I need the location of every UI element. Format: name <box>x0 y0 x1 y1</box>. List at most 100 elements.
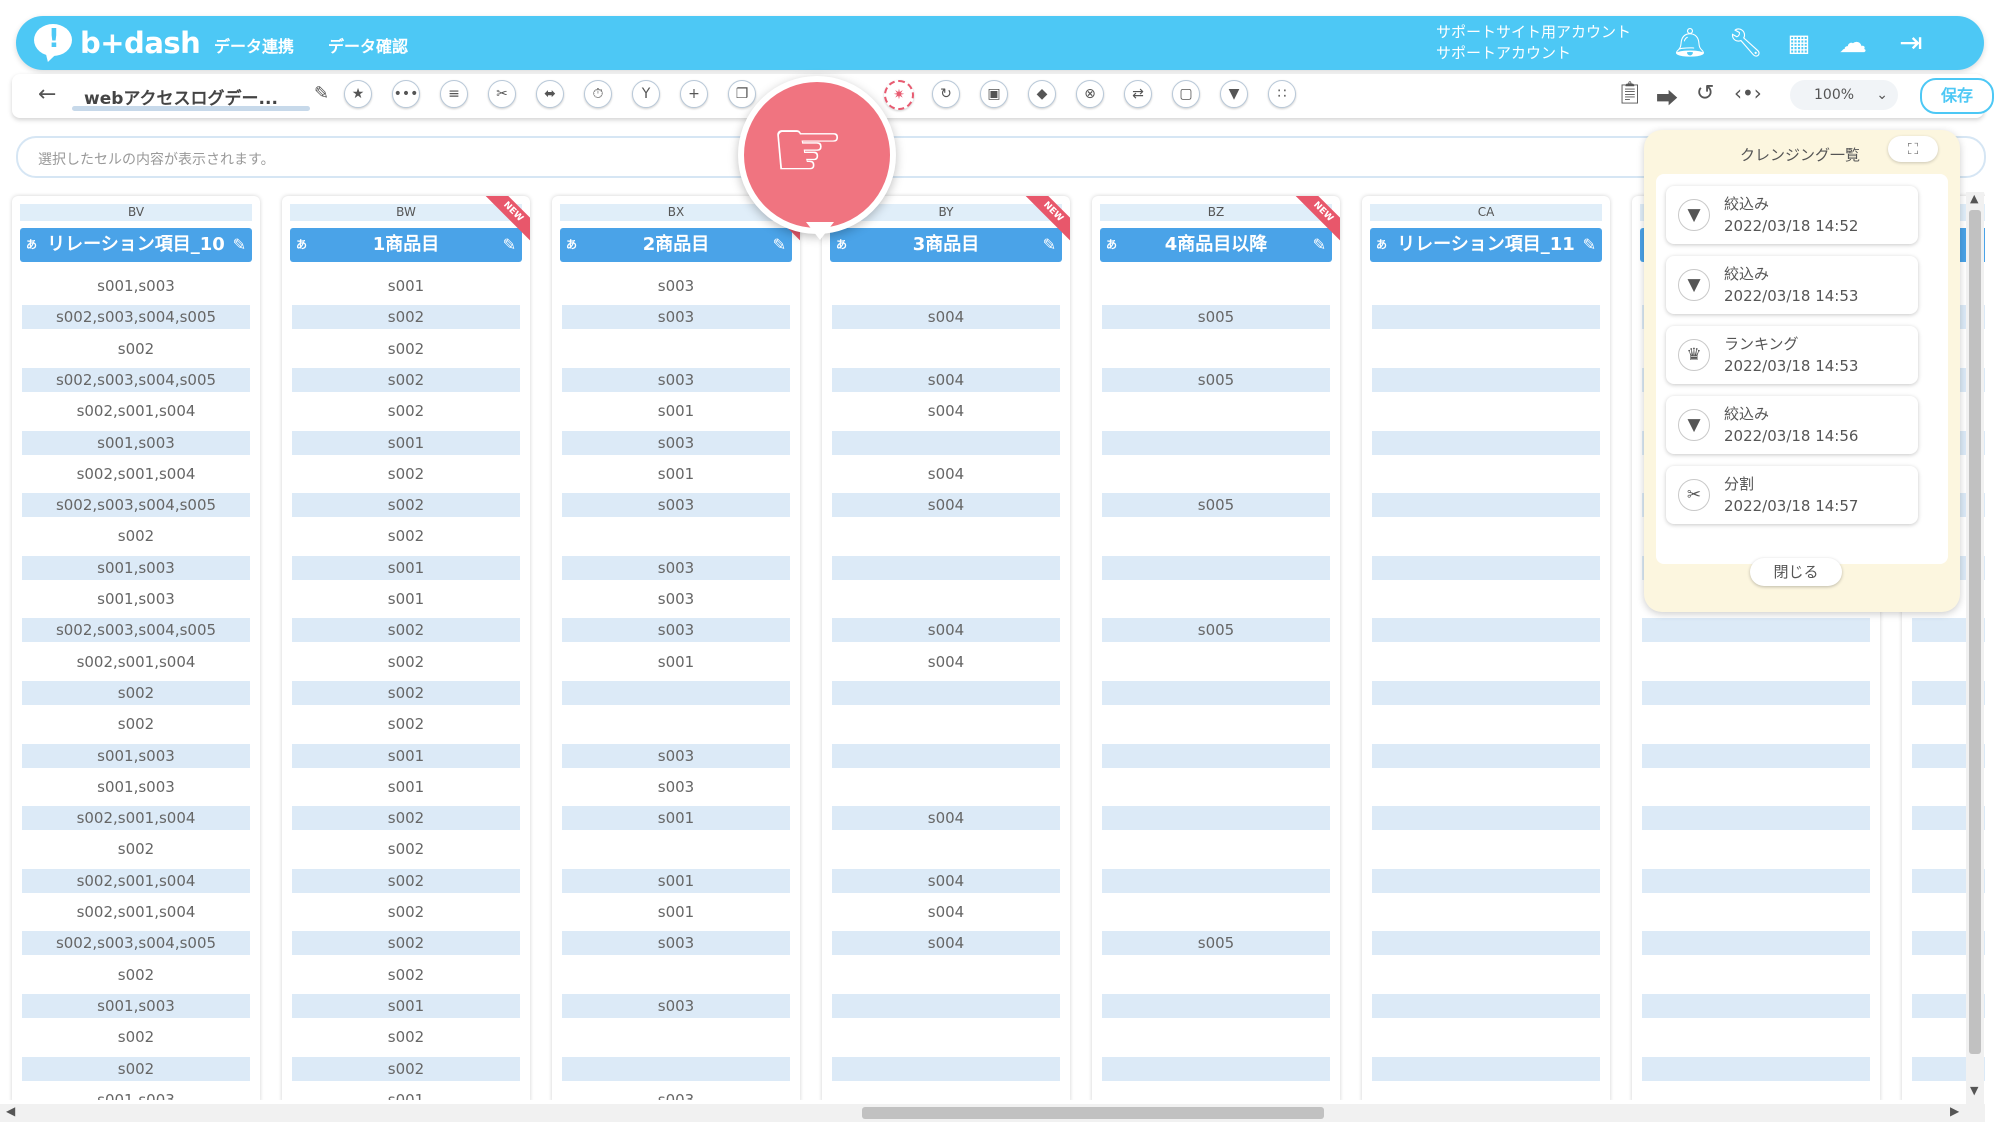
grid-cell[interactable]: s005 <box>1102 493 1330 518</box>
grid-cell[interactable] <box>1642 1025 1870 1049</box>
grid-cell[interactable]: s002 <box>292 868 520 893</box>
grid-cell[interactable] <box>1372 274 1600 298</box>
grid-cell[interactable]: s001 <box>292 775 520 799</box>
grid-cell[interactable] <box>832 993 1060 1018</box>
grid-cell[interactable] <box>1372 775 1600 799</box>
grid-cell[interactable] <box>1372 1025 1600 1049</box>
grid-cell[interactable] <box>1102 837 1330 861</box>
grid-cell[interactable] <box>1372 900 1600 924</box>
edit-column-icon[interactable]: ✎ <box>1313 228 1326 262</box>
grid-cell[interactable]: s001 <box>292 1088 520 1100</box>
grid-cell[interactable] <box>562 963 790 987</box>
grid-cell[interactable] <box>1102 1088 1330 1100</box>
branch-icon[interactable]: Y <box>632 80 660 108</box>
grid-cell[interactable] <box>1372 399 1600 423</box>
cleansing-item[interactable]: ▼ 絞込み 2022/03/18 14:53 <box>1666 256 1918 314</box>
grid-cell[interactable]: s002 <box>292 931 520 956</box>
grid-cell[interactable]: s002 <box>22 1025 250 1049</box>
grid-cell[interactable] <box>1102 900 1330 924</box>
grid-cell[interactable] <box>832 524 1060 548</box>
grid-cell[interactable]: s003 <box>562 274 790 298</box>
grid-cell[interactable]: s001 <box>562 868 790 893</box>
grid-cell[interactable] <box>1102 524 1330 548</box>
grid-cell[interactable]: s003 <box>562 993 790 1018</box>
grid-cell[interactable] <box>1102 1056 1330 1081</box>
grid-cell[interactable]: s002 <box>292 493 520 518</box>
grid-cell[interactable] <box>1642 1056 1870 1081</box>
grid-cell[interactable]: s002 <box>292 837 520 861</box>
column-letter[interactable]: BW <box>290 204 522 221</box>
grid-cell[interactable] <box>832 555 1060 580</box>
share-icon[interactable]: ⮕ <box>1656 81 1678 113</box>
grid-cell[interactable]: s002 <box>292 680 520 705</box>
grid-cell[interactable] <box>832 337 1060 361</box>
grid-cell[interactable] <box>1642 712 1870 736</box>
grid-cell[interactable] <box>1372 931 1600 956</box>
cleansing-item[interactable]: ♛ ランキング 2022/03/18 14:53 <box>1666 326 1918 384</box>
nav-data-check[interactable]: データ確認 <box>328 33 408 57</box>
grid-cell[interactable]: s001,s003 <box>22 555 250 580</box>
grid-cell[interactable] <box>1102 462 1330 486</box>
grid-cell[interactable]: s004 <box>832 868 1060 893</box>
grid-cell[interactable]: s002 <box>292 305 520 330</box>
grid-cell[interactable]: s001,s003 <box>22 993 250 1018</box>
grid-cell[interactable] <box>1642 1088 1870 1100</box>
box-icon[interactable]: ◆ <box>1028 80 1056 108</box>
grid-cell[interactable] <box>1642 900 1870 924</box>
merge-icon[interactable]: ⬌ <box>536 80 564 108</box>
grid-cell[interactable]: s002 <box>22 837 250 861</box>
grid-cell[interactable] <box>1102 868 1330 893</box>
grid-cell[interactable]: s003 <box>562 587 790 611</box>
grid-cell[interactable]: s004 <box>832 462 1060 486</box>
grid-cell[interactable] <box>1372 555 1600 580</box>
grid-cell[interactable] <box>1102 399 1330 423</box>
grid-cell[interactable] <box>832 274 1060 298</box>
grid-cell[interactable]: s001 <box>562 900 790 924</box>
grid-cell[interactable]: s001,s003 <box>22 775 250 799</box>
grid-cell[interactable] <box>1102 555 1330 580</box>
grid-cell[interactable]: s002,s001,s004 <box>22 650 250 674</box>
grid-cell[interactable]: s002 <box>292 618 520 643</box>
grid-cell[interactable] <box>1642 963 1870 987</box>
grid-cell[interactable]: s004 <box>832 806 1060 831</box>
repeat-icon[interactable]: ↻ <box>932 80 960 108</box>
grid-cell[interactable] <box>562 524 790 548</box>
grid-cell[interactable] <box>1372 1056 1600 1081</box>
replace-icon[interactable]: ⇄ <box>1124 80 1152 108</box>
grid-cell[interactable]: s001 <box>562 650 790 674</box>
grid-cell[interactable]: s002 <box>292 524 520 548</box>
column-header[interactable]: あ 2商品目 ✎ <box>560 228 792 262</box>
close-panel-button[interactable]: 閉じる <box>1750 558 1842 586</box>
grid-cell[interactable]: s003 <box>562 493 790 518</box>
grid-cell[interactable]: s004 <box>832 399 1060 423</box>
grid-cell[interactable]: s001 <box>292 743 520 768</box>
grid-cell[interactable] <box>1642 931 1870 956</box>
grid-cell[interactable]: s001 <box>562 462 790 486</box>
save-button[interactable]: 保存 <box>1920 78 1994 114</box>
grid-cell[interactable] <box>1372 712 1600 736</box>
grid-cell[interactable]: s001,s003 <box>22 587 250 611</box>
grid-cell[interactable]: s002,s001,s004 <box>22 806 250 831</box>
column-letter[interactable]: BV <box>20 204 252 221</box>
grid-cell[interactable]: s002 <box>22 1056 250 1081</box>
grid-cell[interactable] <box>1102 587 1330 611</box>
wrench-icon[interactable]: 🔧︎ <box>1728 26 1764 60</box>
grid-cell[interactable]: s003 <box>562 305 790 330</box>
grid-cell[interactable]: s005 <box>1102 305 1330 330</box>
grid-cell[interactable]: s001 <box>562 399 790 423</box>
grid-cell[interactable]: s003 <box>562 931 790 956</box>
grid-cell[interactable] <box>832 1088 1060 1100</box>
grid-cell[interactable] <box>1642 837 1870 861</box>
grid-cell[interactable]: s001 <box>292 587 520 611</box>
grid-cell[interactable] <box>1642 806 1870 831</box>
edit-column-icon[interactable]: ✎ <box>1043 228 1056 262</box>
edit-column-icon[interactable]: ✎ <box>233 228 246 262</box>
grid-cell[interactable]: s001,s003 <box>22 743 250 768</box>
grid-cell[interactable]: s004 <box>832 900 1060 924</box>
grid-cell[interactable]: s002 <box>292 399 520 423</box>
grid-cell[interactable] <box>1372 618 1600 643</box>
frame-icon[interactable]: ▢ <box>1172 80 1200 108</box>
grid-cell[interactable] <box>562 680 790 705</box>
grid-cell[interactable] <box>1372 337 1600 361</box>
grid-cell[interactable] <box>562 1056 790 1081</box>
